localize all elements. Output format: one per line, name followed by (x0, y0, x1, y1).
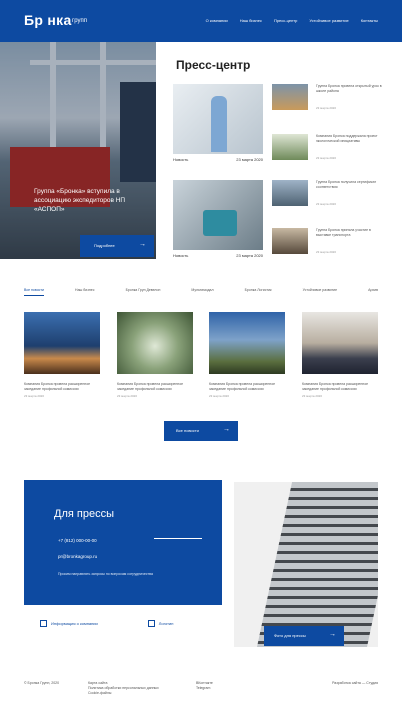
for-press-box: Для прессы +7 (812) 000-00-00 pr@bronkag… (24, 480, 222, 605)
company-info-link[interactable]: Информация о компании (40, 620, 98, 627)
nav-item-business[interactable]: Наш бизнес (240, 18, 262, 23)
feature-image (173, 84, 263, 154)
feature-label: Новость (173, 253, 189, 258)
news-card-text: Компания Бронка провела расширенное засе… (302, 382, 369, 391)
press-note: Просим направлять запросы по вопросам со… (58, 572, 153, 576)
feature-caption: Новость 23 марта 2020 (173, 253, 263, 258)
small-news-text: Группа Бронка провела открытый урок в шк… (316, 84, 382, 93)
news-card[interactable]: Компания Бронка провела расширенное засе… (24, 312, 100, 398)
hero-title: Группа «Бронка» вступила в ассоциацию эк… (34, 188, 126, 213)
company-info-label: Информация о компании (51, 621, 98, 626)
nav-item-about[interactable]: О компании (206, 18, 228, 23)
small-news-date: 23 марта 2020 (316, 250, 337, 254)
footer-developer[interactable]: Разработка сайта — Студия (332, 681, 378, 685)
filter-multimodal[interactable]: Мультимодал (191, 288, 213, 296)
small-news-image (272, 84, 308, 110)
feature-date: 23 марта 2020 (236, 157, 263, 162)
hero-image: Группа «Бронка» вступила в ассоциацию эк… (0, 42, 156, 259)
news-card-image (24, 312, 100, 374)
all-news-button[interactable]: Все новости → (164, 421, 238, 441)
small-news-item[interactable]: Группа Бронка провела открытый урок в шк… (272, 84, 382, 114)
press-photos-button[interactable]: Фото для прессы → (264, 626, 344, 646)
arrow-right-icon: → (223, 426, 230, 433)
filter-all[interactable]: Все новости (24, 288, 44, 296)
press-phone[interactable]: +7 (812) 000-00-00 (58, 538, 97, 543)
news-card-date: 23 марта 2020 (117, 394, 138, 398)
arrow-right-icon: → (329, 631, 336, 638)
small-news-date: 23 марта 2020 (316, 202, 337, 206)
filter-sustainability[interactable]: Устойчивое развитие (303, 288, 337, 296)
press-email[interactable]: pr@bronkagroup.ru (58, 554, 97, 559)
news-card-image (117, 312, 193, 374)
press-links: Информация о компании Логотип (40, 620, 173, 627)
footer-link-telegram[interactable]: Telegram (196, 686, 213, 691)
small-news-text: Группа Бронка получила сертификат соотве… (316, 180, 377, 189)
small-news-image (272, 134, 308, 160)
copyright-text: © Бронка Групп, 2020 (24, 681, 60, 685)
news-card-text: Компания Бронка провела расширенное засе… (24, 382, 91, 391)
small-news-item[interactable]: Группа Бронка получила сертификат соотве… (272, 180, 382, 210)
nav-item-sustainability[interactable]: Устойчивое развитие (309, 18, 348, 23)
document-icon (40, 620, 47, 627)
feature-label: Новость (173, 157, 189, 162)
all-news-label: Все новости (176, 428, 199, 433)
news-card-image (302, 312, 378, 374)
footer-links: Карта сайта Политика обработки персональ… (88, 681, 159, 696)
filter-develop[interactable]: Бронка Груп Девелоп (126, 288, 161, 296)
footer-link-cookies[interactable]: Cookie-файлы (88, 691, 159, 696)
feature-image (173, 180, 263, 250)
news-card-date: 23 марта 2020 (302, 394, 323, 398)
divider-line (154, 538, 202, 539)
bag-shape (203, 210, 237, 236)
small-news-date: 23 марта 2020 (316, 106, 337, 110)
small-news-date: 23 марта 2020 (316, 156, 337, 160)
small-news-item[interactable]: Группа Бронка приняла участие в выставке… (272, 228, 382, 258)
feature-caption: Новость 23 марта 2020 (173, 157, 263, 162)
logo[interactable]: Бр нка (24, 12, 72, 28)
nav-item-press[interactable]: Пресс-центр (274, 18, 297, 23)
news-card-date: 23 марта 2020 (24, 394, 45, 398)
filter-business[interactable]: Наш бизнес (75, 288, 94, 296)
image-icon (147, 620, 155, 627)
site-header: Бр нка групп О компании Наш бизнес Пресс… (0, 0, 402, 42)
small-news-text: Компания Бронка поддержала проект эколог… (316, 134, 378, 143)
news-card[interactable]: Компания Бронка провела расширенное засе… (117, 312, 193, 398)
hero-more-button[interactable]: Подробнее → (80, 235, 154, 257)
arrow-right-icon: → (139, 241, 146, 248)
news-card-date: 23 марта 2020 (209, 394, 230, 398)
news-card-text: Компания Бронка провела расширенное засе… (209, 382, 276, 391)
person-figure (211, 96, 227, 152)
news-card[interactable]: Компания Бронка провела расширенное засе… (209, 312, 285, 398)
logo-subtitle: групп (72, 18, 87, 24)
hero-overlay (0, 42, 156, 259)
logo-link-label: Логотип (158, 621, 174, 626)
small-news-image (272, 180, 308, 206)
nav-item-contacts[interactable]: Контакты (361, 18, 378, 23)
footer-social: ВКонтакте Telegram (196, 681, 213, 691)
filter-archive[interactable]: Архив (368, 288, 378, 296)
filter-logistic[interactable]: Бронка Логистик (245, 288, 272, 296)
press-centre-title: Пресс-центр (176, 58, 251, 72)
feature-news[interactable]: Новость 23 марта 2020 (173, 180, 263, 258)
news-filters: Все новости Наш бизнес Бронка Груп Девел… (24, 288, 378, 296)
building-image (234, 482, 378, 647)
small-news-text: Группа Бронка приняла участие в выставке… (316, 228, 371, 237)
news-card-text: Компания Бронка провела расширенное засе… (117, 382, 184, 391)
building-facade (255, 482, 378, 647)
footer-copyright: © Бронка Групп, 2020 (24, 681, 59, 686)
news-card-image (209, 312, 285, 374)
hero-button-label: Подробнее (94, 243, 115, 248)
press-photos-label: Фото для прессы (274, 633, 306, 638)
logo-link[interactable]: Логотип (147, 620, 174, 627)
small-news-item[interactable]: Компания Бронка поддержала проект эколог… (272, 134, 382, 164)
for-press-title: Для прессы (54, 508, 114, 520)
feature-date: 23 марта 2020 (236, 253, 263, 258)
small-news-image (272, 228, 308, 254)
news-card[interactable]: Компания Бронка провела расширенное засе… (302, 312, 378, 398)
main-nav: О компании Наш бизнес Пресс-центр Устойч… (206, 18, 378, 23)
feature-news[interactable]: Новость 23 марта 2020 (173, 84, 263, 162)
